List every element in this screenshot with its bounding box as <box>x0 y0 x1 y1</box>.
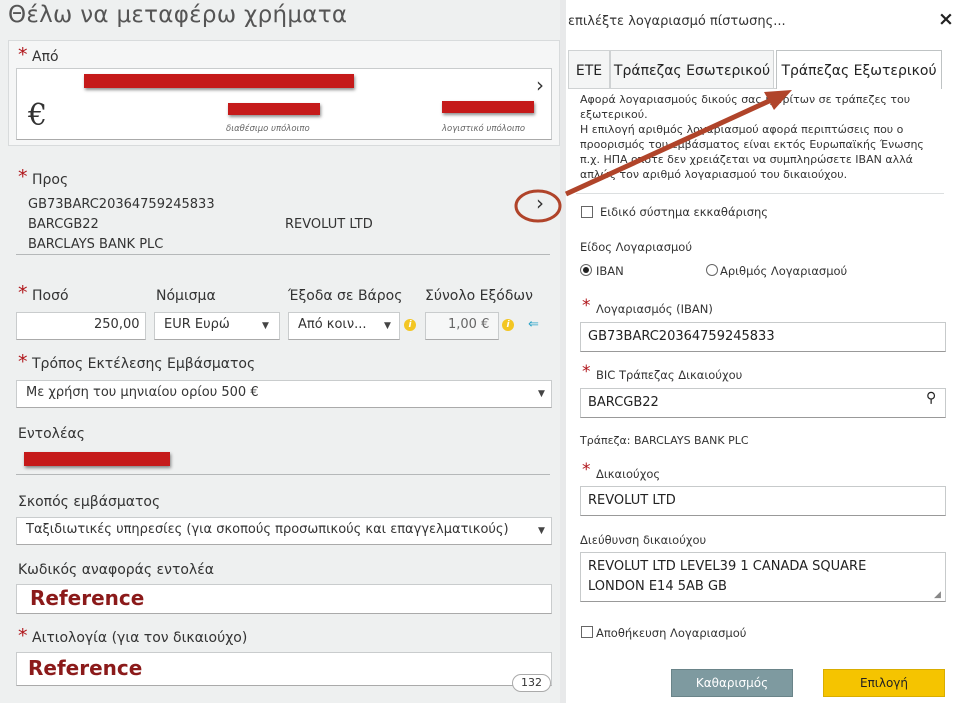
annotation-circle <box>514 189 562 223</box>
annotation-overlay <box>514 90 792 223</box>
annotation-arrow-line <box>564 93 782 197</box>
